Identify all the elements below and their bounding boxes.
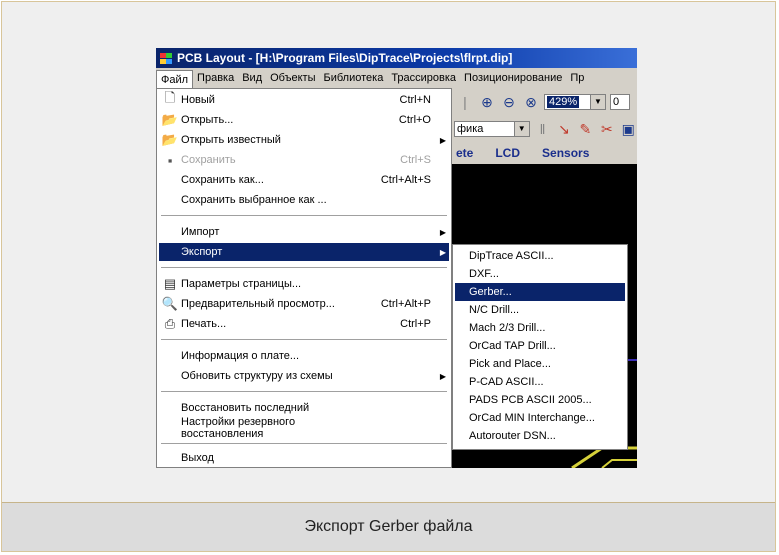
- tab-discrete[interactable]: ete: [456, 146, 473, 160]
- menu-item-open-recent[interactable]: 📂 Открыть известный ▶: [159, 131, 449, 149]
- menu-item-import[interactable]: Импорт ▶: [159, 223, 449, 241]
- wand-icon[interactable]: ✎: [577, 121, 594, 138]
- scissors-icon[interactable]: ✂: [598, 121, 615, 138]
- zoom-fit-icon[interactable]: ⊗: [522, 94, 540, 111]
- menu-item-update-from-schematic[interactable]: Обновить структуру из схемы ▶: [159, 367, 449, 385]
- toolbar-tools: фика ▼ ‖ ↘ ✎ ✂ ▣: [452, 116, 637, 142]
- menu-placement[interactable]: Позиционирование: [460, 72, 566, 84]
- export-item-pads-ascii[interactable]: PADS PCB ASCII 2005...: [455, 391, 625, 409]
- menu-item-page-setup[interactable]: ▤ Параметры страницы...: [159, 275, 449, 293]
- menu-library[interactable]: Библиотека: [320, 72, 388, 84]
- layer-value: фика: [457, 123, 484, 135]
- preview-icon: 🔍: [161, 296, 179, 311]
- menu-item-export[interactable]: Экспорт ▶: [159, 243, 449, 261]
- menu-item-save-as[interactable]: Сохранить как... Ctrl+Alt+S: [159, 171, 449, 189]
- layer-select[interactable]: фика ▼: [454, 121, 530, 137]
- export-item-mach-drill[interactable]: Mach 2/3 Drill...: [455, 319, 625, 337]
- menu-item-new[interactable]: 🗋 Новый Ctrl+N: [159, 90, 449, 109]
- component-icon[interactable]: ▣: [620, 121, 637, 138]
- separator-icon: ‖: [539, 121, 546, 137]
- export-item-pick-and-place[interactable]: Pick and Place...: [455, 355, 625, 373]
- window-title-bar: PCB Layout - [H:\Program Files\DipTrace\…: [156, 48, 637, 68]
- menu-bar: Файл Правка Вид Объекты Библиотека Трасс…: [156, 68, 637, 89]
- menu-separator: [161, 215, 447, 217]
- menu-routing[interactable]: Трассировка: [387, 72, 460, 84]
- figure-frame: PCB Layout - [H:\Program Files\DipTrace\…: [1, 1, 776, 552]
- export-submenu: DipTrace ASCII... DXF... Gerber... N/C D…: [452, 244, 628, 450]
- menu-item-print[interactable]: ⎙ Печать... Ctrl+P: [159, 315, 449, 333]
- figure-caption-bar: Экспорт Gerber файла: [2, 502, 775, 551]
- open-folder-icon: 📂: [161, 132, 179, 147]
- menu-view[interactable]: Вид: [238, 72, 266, 84]
- submenu-arrow-icon: ▶: [439, 227, 447, 237]
- zoom-select[interactable]: 429% ▼: [544, 94, 606, 110]
- export-item-nc-drill[interactable]: N/C Drill...: [455, 301, 625, 319]
- export-item-pcad-ascii[interactable]: P-CAD ASCII...: [455, 373, 625, 391]
- menu-item-save[interactable]: ▪ Сохранить Ctrl+S: [159, 151, 449, 169]
- open-folder-icon: 📂: [161, 112, 179, 127]
- menu-item-restore-last[interactable]: Восстановить последний: [159, 399, 449, 417]
- submenu-arrow-icon: ▶: [439, 247, 447, 257]
- submenu-arrow-icon: ▶: [439, 135, 447, 145]
- menu-file[interactable]: Файл: [156, 69, 194, 89]
- dip-trace-screenshot: PCB Layout - [H:\Program Files\DipTrace\…: [156, 48, 637, 468]
- export-item-autorouter-dsn[interactable]: Autorouter DSN...: [455, 427, 625, 445]
- export-item-diptrace-ascii[interactable]: DipTrace ASCII...: [455, 247, 625, 265]
- window-title: PCB Layout - [H:\Program Files\DipTrace\…: [177, 51, 513, 65]
- route-icon[interactable]: ↘: [555, 121, 572, 138]
- menu-more[interactable]: Пр: [566, 72, 588, 84]
- menu-separator: [161, 443, 447, 445]
- page-setup-icon: ▤: [163, 276, 177, 291]
- tab-lcd[interactable]: LCD: [495, 146, 520, 160]
- export-item-dxf[interactable]: DXF...: [455, 265, 625, 283]
- figure-caption: Экспорт Gerber файла: [304, 518, 473, 535]
- trailing-value: 0: [613, 96, 620, 108]
- toolbar-zoom: | ⊕ ⊖ ⊗ 429% ▼ 0: [452, 88, 637, 116]
- zoom-out-icon[interactable]: ⊖: [500, 94, 518, 111]
- menu-separator: [161, 267, 447, 269]
- menu-item-open[interactable]: 📂 Открыть... Ctrl+O: [159, 111, 449, 129]
- menu-item-exit[interactable]: Выход: [159, 449, 449, 467]
- export-item-orcad-tap-drill[interactable]: OrCad TAP Drill...: [455, 337, 625, 355]
- export-item-orcad-min[interactable]: OrCad MIN Interchange...: [455, 409, 625, 427]
- chevron-down-icon: ▼: [513, 122, 529, 136]
- printer-icon: ⎙: [164, 316, 176, 331]
- zoom-value: 429%: [547, 96, 580, 108]
- separator-icon: |: [463, 94, 467, 110]
- export-item-gerber[interactable]: Gerber...: [455, 283, 625, 301]
- chevron-down-icon: ▼: [590, 95, 605, 109]
- save-icon: ▪: [167, 152, 173, 168]
- menu-separator: [161, 339, 447, 341]
- menu-objects[interactable]: Объекты: [266, 72, 319, 84]
- file-menu: 🗋 Новый Ctrl+N 📂 Открыть... Ctrl+O 📂 Отк…: [156, 88, 452, 468]
- menu-edit[interactable]: Правка: [193, 72, 238, 84]
- menu-item-backup-settings[interactable]: Настройки резервного восстановления: [159, 416, 449, 440]
- menu-item-board-info[interactable]: Информация о плате...: [159, 347, 449, 365]
- zoom-in-icon[interactable]: ⊕: [478, 94, 496, 111]
- menu-item-save-selected[interactable]: Сохранить выбранное как ...: [159, 191, 449, 209]
- component-tabs: ete LCD Sensors: [452, 142, 637, 164]
- trailing-field[interactable]: 0: [610, 94, 630, 110]
- menu-separator: [161, 391, 447, 393]
- new-doc-icon: 🗋: [164, 90, 176, 105]
- tab-sensors[interactable]: Sensors: [542, 146, 589, 160]
- menu-item-print-preview[interactable]: 🔍 Предварительный просмотр... Ctrl+Alt+P: [159, 295, 449, 313]
- submenu-arrow-icon: ▶: [439, 371, 447, 381]
- app-icon: [160, 52, 173, 64]
